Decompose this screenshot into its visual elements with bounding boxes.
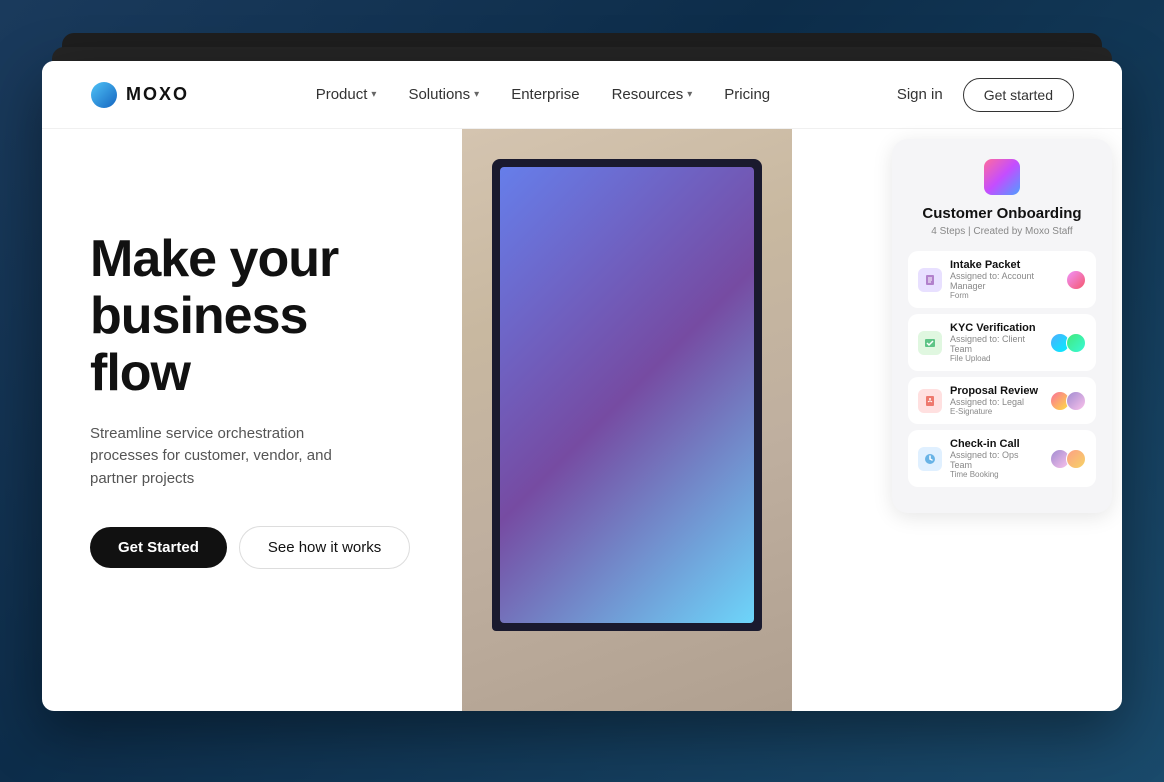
task-icon-kyc <box>918 331 942 355</box>
task-badge: Form <box>950 291 1058 300</box>
hero-title: Make your business flow <box>90 231 414 403</box>
navbar: MOXO Product ▾ Solutions ▾ Enterprise Re… <box>42 61 1122 129</box>
task-icon-proposal <box>918 389 942 413</box>
task-info-checkin: Check-in Call Assigned to: Ops Team Time… <box>950 438 1042 479</box>
task-badge: E-Signature <box>950 407 1042 416</box>
task-assign: Assigned to: Legal <box>950 397 1042 407</box>
task-item-kyc[interactable]: KYC Verification Assigned to: Client Tea… <box>908 314 1096 371</box>
hero-section: Make your business flow Streamline servi… <box>42 129 1122 711</box>
chevron-down-icon: ▾ <box>687 89 692 100</box>
nav-item-product[interactable]: Product ▾ <box>316 86 377 103</box>
task-assign: Assigned to: Account Manager <box>950 271 1058 291</box>
hero-buttons: Get Started See how it works <box>90 526 414 569</box>
task-name: Intake Packet <box>950 259 1058 271</box>
task-avatars-intake <box>1066 270 1086 290</box>
task-name: Check-in Call <box>950 438 1042 450</box>
task-name: KYC Verification <box>950 322 1042 334</box>
nav-item-pricing[interactable]: Pricing <box>724 86 770 103</box>
hero-subtitle: Streamline service orchestration process… <box>90 423 370 491</box>
task-assign: Assigned to: Ops Team <box>950 450 1042 470</box>
onboarding-card-title: Customer Onboarding <box>908 205 1096 222</box>
task-name: Proposal Review <box>950 385 1042 397</box>
hero-right: Customer Onboarding 4 Steps | Created by… <box>462 129 1122 711</box>
nav-item-solutions[interactable]: Solutions ▾ <box>408 86 479 103</box>
avatar <box>1066 333 1086 353</box>
task-avatars-checkin <box>1050 449 1086 469</box>
task-icon-checkin <box>918 447 942 471</box>
get-started-hero-button[interactable]: Get Started <box>90 527 227 568</box>
onboarding-card-icon <box>984 159 1020 195</box>
task-info-intake: Intake Packet Assigned to: Account Manag… <box>950 259 1058 300</box>
task-assign: Assigned to: Client Team <box>950 334 1042 354</box>
chevron-down-icon: ▾ <box>474 89 479 100</box>
get-started-nav-button[interactable]: Get started <box>963 78 1074 112</box>
hero-left: Make your business flow Streamline servi… <box>42 129 462 711</box>
nav-item-resources[interactable]: Resources ▾ <box>612 86 693 103</box>
browser-window: MOXO Product ▾ Solutions ▾ Enterprise Re… <box>42 61 1122 711</box>
nav-item-enterprise[interactable]: Enterprise <box>511 86 579 103</box>
logo[interactable]: MOXO <box>90 81 189 109</box>
task-badge: Time Booking <box>950 470 1042 479</box>
task-item-checkin[interactable]: Check-in Call Assigned to: Ops Team Time… <box>908 430 1096 487</box>
task-icon-form <box>918 268 942 292</box>
onboarding-card: Customer Onboarding 4 Steps | Created by… <box>892 139 1112 513</box>
task-info-kyc: KYC Verification Assigned to: Client Tea… <box>950 322 1042 363</box>
logo-text: MOXO <box>126 84 189 105</box>
browser-stack: MOXO Product ▾ Solutions ▾ Enterprise Re… <box>42 61 1122 721</box>
task-item-intake[interactable]: Intake Packet Assigned to: Account Manag… <box>908 251 1096 308</box>
avatar <box>1066 391 1086 411</box>
task-badge: File Upload <box>950 354 1042 363</box>
task-info-proposal: Proposal Review Assigned to: Legal E-Sig… <box>950 385 1042 416</box>
task-avatars-kyc <box>1050 333 1086 353</box>
task-avatars-proposal <box>1050 391 1086 411</box>
see-how-it-works-button[interactable]: See how it works <box>239 526 410 569</box>
moxo-logo-icon <box>90 81 118 109</box>
avatar <box>1066 270 1086 290</box>
task-item-proposal[interactable]: Proposal Review Assigned to: Legal E-Sig… <box>908 377 1096 424</box>
nav-actions: Sign in Get started <box>897 78 1074 112</box>
sign-in-link[interactable]: Sign in <box>897 86 943 103</box>
chevron-down-icon: ▾ <box>371 89 376 100</box>
nav-links: Product ▾ Solutions ▾ Enterprise Resourc… <box>316 86 770 103</box>
avatar <box>1066 449 1086 469</box>
onboarding-card-subtitle: 4 Steps | Created by Moxo Staff <box>908 226 1096 237</box>
hero-product-image <box>462 129 792 711</box>
